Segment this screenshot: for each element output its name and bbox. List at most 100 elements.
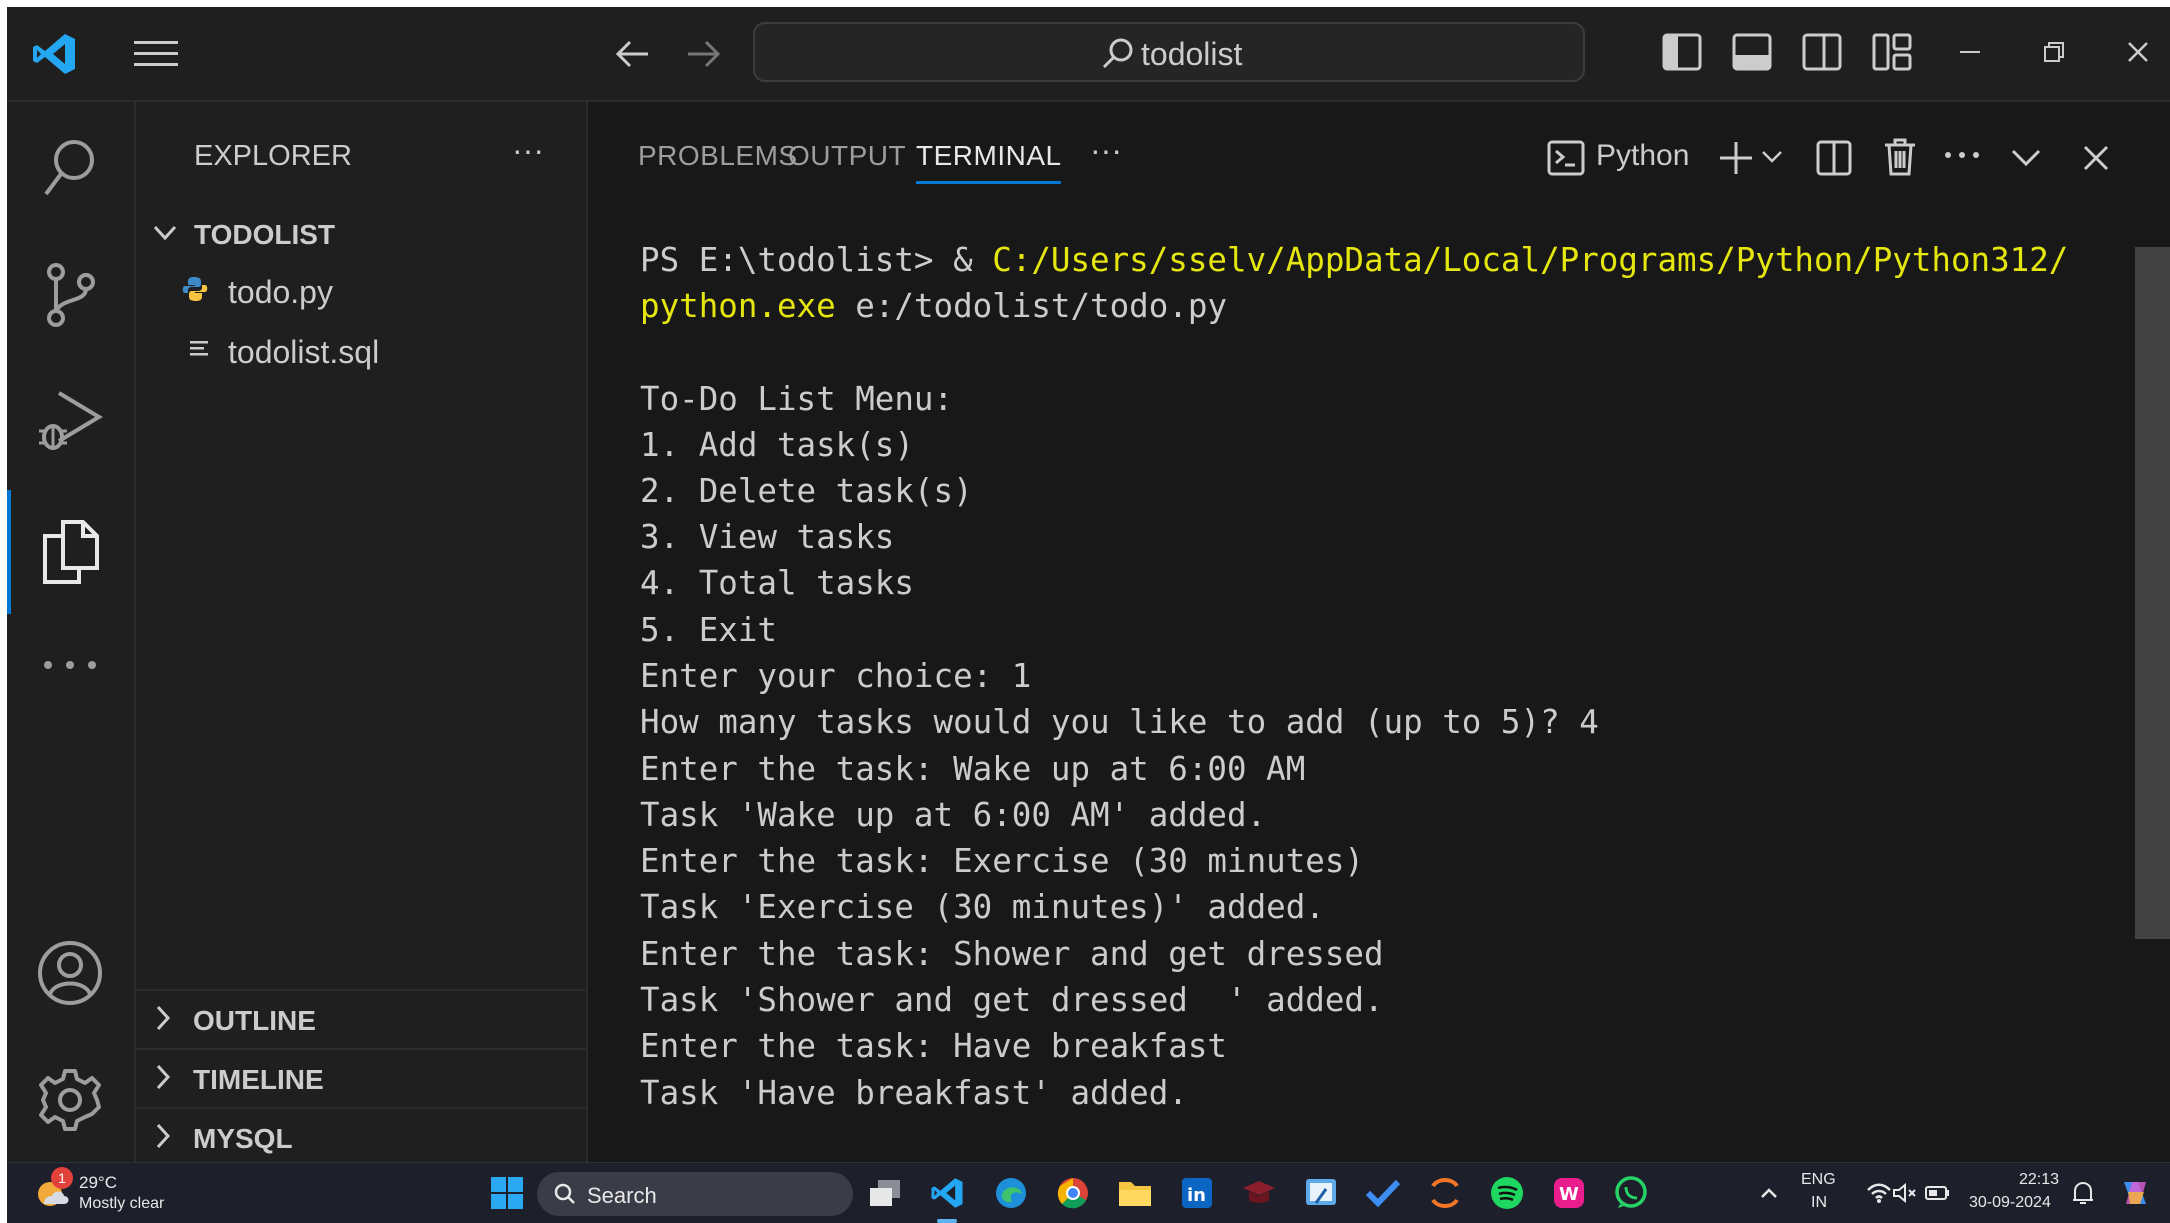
script-arg: e:/todolist/todo.py bbox=[835, 287, 1228, 325]
section-label: OUTLINE bbox=[193, 1005, 316, 1036]
active-tab-underline bbox=[916, 181, 1061, 184]
source-control-icon[interactable] bbox=[40, 262, 100, 328]
terminal-line: Enter the task: Have breakfast bbox=[640, 1027, 1227, 1065]
file-explorer-icon[interactable] bbox=[1115, 1173, 1155, 1213]
sql-file-icon bbox=[186, 336, 212, 362]
weather-badge: 1 bbox=[51, 1167, 73, 1189]
terminal-line: Task 'Exercise (30 minutes)' added. bbox=[640, 888, 1325, 926]
notification-bell-icon[interactable] bbox=[2063, 1173, 2103, 1213]
terminal-line: 2. Delete task(s) bbox=[640, 472, 973, 510]
active-indicator bbox=[7, 490, 11, 614]
customize-layout-icon[interactable] bbox=[1869, 29, 1915, 75]
python-path: C:/Users/sselv/AppData/Local/Programs/Py… bbox=[992, 241, 2069, 279]
graduation-cap-icon[interactable] bbox=[1239, 1173, 1279, 1213]
shell-label[interactable]: Python bbox=[1596, 139, 1689, 173]
chevron-right-icon bbox=[150, 1003, 176, 1033]
folder-label: TODOLIST bbox=[194, 219, 336, 250]
explorer-title: EXPLORER bbox=[194, 140, 352, 172]
whatsapp-icon[interactable] bbox=[1611, 1173, 1651, 1213]
clock-date[interactable]: 30-09-2024 bbox=[1969, 1194, 2051, 1212]
language-top[interactable]: ENG bbox=[1801, 1171, 1836, 1189]
jupyter-icon[interactable] bbox=[1425, 1173, 1465, 1213]
explorer-more-button[interactable]: ··· bbox=[512, 132, 544, 169]
explorer-icon[interactable] bbox=[40, 517, 100, 587]
wamp-icon[interactable]: W bbox=[1549, 1173, 1589, 1213]
toggle-primary-sidebar-icon[interactable] bbox=[1659, 29, 1705, 75]
restore-icon[interactable] bbox=[2031, 29, 2077, 75]
tab-output[interactable]: OUTPUT bbox=[788, 140, 906, 172]
menu-icon[interactable] bbox=[131, 29, 181, 79]
todo-check-icon[interactable] bbox=[1363, 1173, 1403, 1213]
split-terminal-icon[interactable] bbox=[1812, 136, 1856, 180]
run-debug-icon[interactable] bbox=[37, 387, 103, 453]
toggle-secondary-sidebar-icon[interactable] bbox=[1799, 29, 1845, 75]
weather-temp: 29°C bbox=[79, 1173, 117, 1192]
maximize-panel-chevron-icon[interactable] bbox=[2006, 138, 2046, 178]
panel-more-button[interactable]: ··· bbox=[1090, 132, 1122, 169]
trash-icon[interactable] bbox=[1878, 134, 1922, 180]
snipping-tool-icon[interactable] bbox=[1301, 1173, 1341, 1213]
new-terminal-plus-icon[interactable] bbox=[1714, 136, 1758, 180]
linkedin-icon[interactable]: in bbox=[1177, 1173, 1217, 1213]
file-item-todo-py[interactable]: todo.py bbox=[136, 264, 586, 316]
search-icon[interactable] bbox=[40, 138, 100, 198]
vscode-logo-icon[interactable] bbox=[29, 29, 79, 79]
timeline-section[interactable]: TIMELINE bbox=[136, 1048, 586, 1108]
terminal-line: 3. View tasks bbox=[640, 518, 895, 556]
section-label: MYSQL bbox=[193, 1123, 293, 1154]
chevron-right-icon bbox=[150, 1062, 176, 1092]
minimize-icon[interactable] bbox=[1947, 29, 1993, 75]
tab-problems[interactable]: PROBLEMS bbox=[638, 140, 798, 172]
more-actions-icon[interactable] bbox=[1940, 140, 1984, 170]
spotify-icon[interactable] bbox=[1487, 1173, 1527, 1213]
file-item-todolist-sql[interactable]: todolist.sql bbox=[136, 324, 586, 376]
mysql-section[interactable]: MYSQL bbox=[136, 1107, 586, 1167]
search-icon bbox=[553, 1182, 577, 1206]
terminal-line: Enter the task: Wake up at 6:00 AM bbox=[640, 750, 1306, 788]
taskbar-search[interactable]: Search bbox=[537, 1172, 853, 1216]
python-exe: python.exe bbox=[640, 287, 836, 325]
more-icon[interactable] bbox=[40, 650, 100, 680]
file-label: todo.py bbox=[228, 274, 333, 310]
language-bottom[interactable]: IN bbox=[1811, 1194, 1827, 1212]
edge-icon[interactable] bbox=[991, 1173, 1031, 1213]
clock-time[interactable]: 22:13 bbox=[2019, 1171, 2059, 1189]
folder-todolist[interactable]: TODOLIST bbox=[136, 210, 586, 256]
windows-start-icon[interactable] bbox=[487, 1173, 527, 1213]
task-view-icon[interactable] bbox=[865, 1173, 905, 1213]
forward-arrow-icon[interactable] bbox=[679, 29, 729, 79]
tab-terminal[interactable]: TERMINAL bbox=[916, 140, 1062, 172]
gear-icon[interactable] bbox=[37, 1067, 103, 1133]
prompt: PS E:\todolist> & bbox=[640, 241, 993, 279]
chevron-up-icon[interactable] bbox=[1749, 1173, 1789, 1213]
command-center-search[interactable]: todolist bbox=[753, 22, 1585, 82]
outline-section[interactable]: OUTLINE bbox=[136, 989, 586, 1049]
chevron-down-icon[interactable] bbox=[1758, 142, 1786, 172]
chrome-icon[interactable] bbox=[1053, 1173, 1093, 1213]
vscode-window: todolist EXPLORER ··· TODOLIST todo.py t… bbox=[7, 7, 2170, 1223]
activity-bar bbox=[7, 102, 136, 1162]
copilot-icon[interactable] bbox=[2115, 1173, 2155, 1213]
battery-icon[interactable] bbox=[1917, 1173, 1957, 1213]
terminal-line: How many tasks would you like to add (up… bbox=[640, 703, 1599, 741]
close-icon[interactable] bbox=[2115, 29, 2161, 75]
vscode-taskbar-icon[interactable] bbox=[927, 1173, 967, 1213]
file-label: todolist.sql bbox=[228, 334, 380, 370]
terminal-scrollbar[interactable] bbox=[2135, 247, 2170, 939]
active-app-indicator bbox=[937, 1219, 957, 1223]
svg-text:in: in bbox=[1187, 1185, 1206, 1206]
toggle-panel-icon[interactable] bbox=[1729, 29, 1775, 75]
title-bar: todolist bbox=[7, 7, 2170, 102]
weather-desc: Mostly clear bbox=[79, 1195, 165, 1212]
back-arrow-icon[interactable] bbox=[607, 29, 657, 79]
terminal-line: To-Do List Menu: bbox=[640, 380, 954, 418]
windows-taskbar: 1 29°C Mostly clear Search in W ENG IN 2… bbox=[7, 1162, 2170, 1223]
close-panel-icon[interactable] bbox=[2076, 138, 2116, 178]
account-icon[interactable] bbox=[37, 940, 103, 1006]
explorer-sidebar: EXPLORER ··· TODOLIST todo.py todolist.s… bbox=[136, 102, 588, 1162]
terminal-line: 5. Exit bbox=[640, 611, 777, 649]
terminal-line: 4. Total tasks bbox=[640, 564, 914, 602]
command-line-2: python.exe e:/todolist/todo.py bbox=[640, 286, 1227, 326]
python-file-icon bbox=[180, 274, 210, 304]
chevron-down-icon bbox=[152, 220, 178, 246]
